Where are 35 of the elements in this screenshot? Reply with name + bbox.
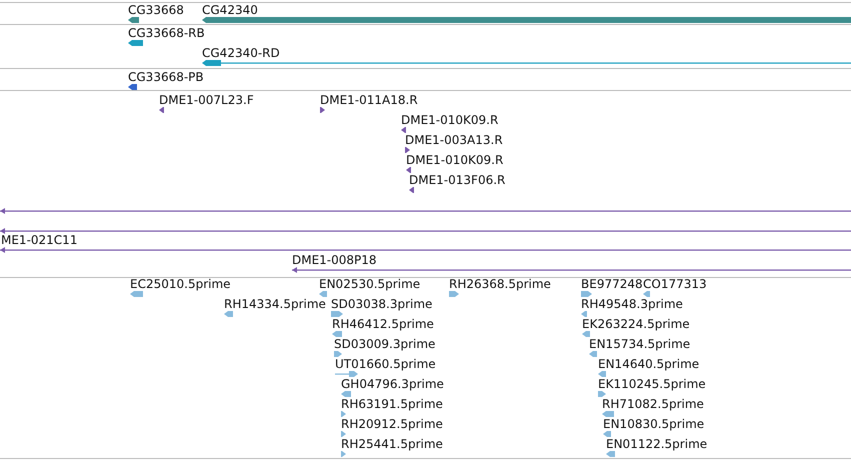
feature-label[interactable]: EN02530.5prime: [319, 278, 420, 291]
feature-label[interactable]: EN15734.5prime: [589, 337, 690, 351]
feature-label[interactable]: DME1-010K09.R: [401, 113, 498, 127]
feature-label[interactable]: RH20912.5prime: [341, 417, 443, 431]
feature-label[interactable]: EK110245.5prime: [598, 377, 706, 391]
feature-label[interactable]: CG33668-PB: [128, 70, 204, 84]
feature-label[interactable]: EN10830.5prime: [603, 417, 704, 431]
feature-label[interactable]: CG42340: [202, 3, 258, 17]
feature-label[interactable]: RH46412.5prime: [332, 317, 434, 331]
feature-label[interactable]: RH25441.5prime: [341, 437, 443, 451]
feature-label[interactable]: UT01660.5prime: [335, 357, 436, 371]
feature-label[interactable]: DME1-011A18.R: [320, 93, 418, 107]
feature-label[interactable]: CG42340-RD: [202, 46, 280, 60]
feature-label[interactable]: EN14640.5prime: [598, 357, 700, 371]
feature-label[interactable]: ME1-021C11: [1, 233, 78, 247]
feature-label[interactable]: EK263224.5prime: [582, 317, 690, 331]
feature-label[interactable]: RH63191.5prime: [341, 397, 443, 411]
feature-label[interactable]: BE977248: [581, 278, 643, 291]
feature-label[interactable]: DME1-003A13.R: [405, 133, 503, 147]
feature-label[interactable]: CG33668: [128, 3, 184, 17]
feature-label[interactable]: DME1-007L23.F: [159, 93, 254, 107]
feature-label[interactable]: DME1-010K09.R: [406, 153, 504, 167]
feature-label[interactable]: DME1-013F06.R: [409, 173, 506, 187]
feature-label[interactable]: RH49548.3prime: [581, 297, 683, 311]
feature-label[interactable]: SD03038.3prime: [331, 297, 432, 311]
feature-label[interactable]: GH04796.3prime: [341, 377, 444, 391]
feature-label[interactable]: SD03009.3prime: [334, 337, 436, 351]
feature-label[interactable]: RH26368.5prime: [449, 278, 551, 291]
feature-label[interactable]: RH14334.5prime: [224, 297, 326, 311]
feature-label[interactable]: EC25010.5prime: [130, 278, 231, 291]
feature-label[interactable]: CO177313: [643, 278, 707, 291]
feature-label[interactable]: CG33668-RB: [128, 26, 205, 40]
feature-label[interactable]: DME1-008P18: [292, 253, 377, 267]
feature-label[interactable]: EN01122.5prime: [606, 437, 708, 451]
feature-label[interactable]: RH71082.5prime: [602, 397, 704, 411]
